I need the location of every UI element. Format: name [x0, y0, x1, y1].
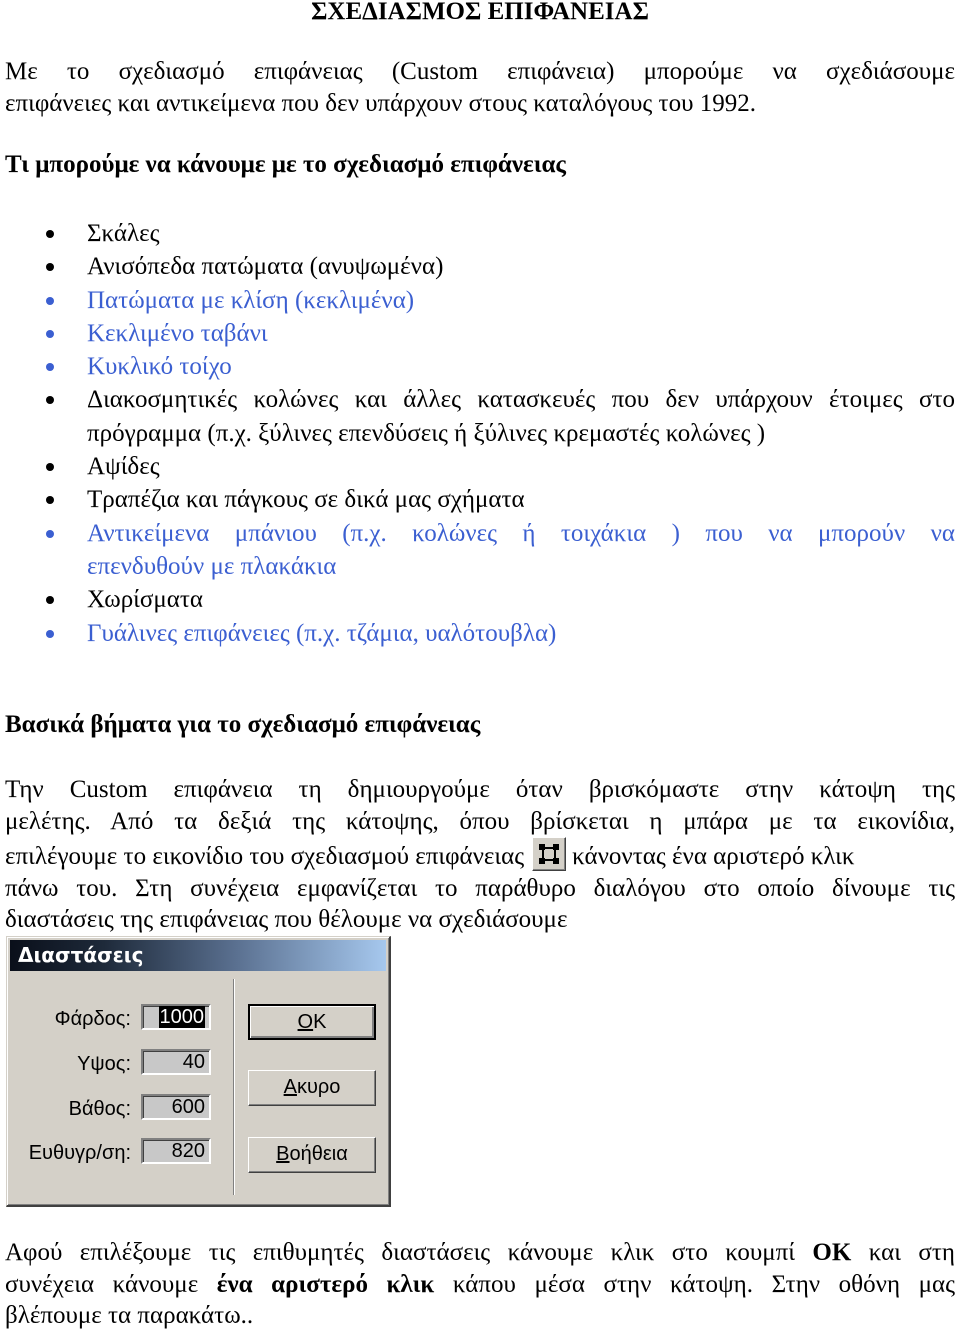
bullet-icon: [46, 529, 54, 538]
ok-button[interactable]: OK: [248, 1004, 376, 1040]
section-heading: Τι μπορούμε να κάνουμε με το σχεδιασμό ε…: [5, 151, 566, 178]
depth-input[interactable]: 600: [141, 1094, 211, 1120]
bullet-icon: [46, 463, 54, 472]
outro-line: Αφού επιλέξουμε τις επιθυμητές διαστάσει…: [5, 1239, 955, 1266]
dialog-title-bar[interactable]: Διαστάσεις: [10, 940, 386, 971]
height-input[interactable]: 40: [141, 1049, 211, 1075]
intro-line: Με το σχεδιασμό επιφάνειας (Custom επιφά…: [5, 58, 955, 85]
dialog-divider: [233, 979, 235, 1195]
bullet-icon: [46, 396, 54, 405]
steps-line: διαστάσεις της επιφάνειας που θέλουμε να…: [5, 906, 568, 933]
intro-paragraph: Με το σχεδιασμό επιφάνειας (Custom επιφά…: [5, 56, 955, 119]
list-item: Κυκλικό τοίχο: [0, 350, 960, 383]
list-item: Διακοσμητικές κολώνες και άλλες κατασκευ…: [0, 383, 960, 450]
bullet-icon: [46, 363, 54, 372]
alignment-input[interactable]: 820: [141, 1138, 211, 1164]
steps-line: Την Custom επιφάνεια τη δημιουργούμε ότα…: [5, 776, 955, 803]
list-item: Τραπέζια και πάγκους σε δικά μας σχήματα: [0, 483, 960, 516]
features-list: Σκάλες Ανισόπεδα πατώματα (ανυψωμένα) Πα…: [0, 217, 960, 650]
page-title: ΣΧΕΔΙΑΣΜΟΣ ΕΠΙΦΑΝΕΙΑΣ: [311, 0, 649, 25]
depth-field-row: Βάθος: 600: [7, 1094, 227, 1126]
outro-line: βλέπουμε τα παρακάτω..: [5, 1302, 254, 1329]
bullet-icon: [46, 329, 54, 338]
depth-label: Βάθος:: [68, 1098, 131, 1120]
dimensions-dialog: Διαστάσεις Φάρδος: 1000 Υψος: 40 Βάθος: …: [6, 936, 391, 1207]
intro-line: επιφάνειες και αντικείμενα που δεν υπάρχ…: [5, 89, 756, 117]
steps-paragraph: Την Custom επιφάνεια τη δημιουργούμε ότα…: [5, 774, 955, 936]
outro-line: συνέχεια κάνουμε ένα αριστερό κλικ κάπου…: [5, 1270, 956, 1298]
help-button[interactable]: Βοήθεια: [248, 1137, 376, 1173]
list-item: Χωρίσματα: [0, 583, 960, 616]
bullet-icon: [46, 230, 54, 238]
steps-line: επιλέγουμε το εικονίδιο του σχεδιασμού ε…: [5, 837, 955, 873]
list-item: Ανισόπεδα πατώματα (ανυψωμένα): [0, 250, 960, 283]
bullet-icon: [46, 496, 54, 505]
outro-paragraph: Αφού επιλέξουμε τις επιθυμητές διαστάσει…: [5, 1237, 955, 1332]
alignment-field-row: Ευθυγρ/ση: 820: [7, 1138, 227, 1170]
cancel-button[interactable]: Ακυρο: [248, 1070, 376, 1106]
bullet-icon: [46, 296, 54, 305]
bullet-icon: [46, 263, 54, 272]
width-label: Φάρδος:: [54, 1008, 131, 1030]
list-item: Σκάλες: [0, 217, 960, 250]
list-item: Κεκλιμένο ταβάνι: [0, 317, 960, 350]
height-field-row: Υψος: 40: [7, 1049, 227, 1081]
width-input[interactable]: 1000: [141, 1004, 211, 1030]
alignment-label: Ευθυγρ/ση:: [28, 1142, 131, 1164]
section-heading: Βασικά βήματα για το σχεδιασμό επιφάνεια…: [5, 711, 481, 738]
steps-line: μελέτης. Από τα δεξιά της κάτοψης, όπου …: [5, 807, 955, 835]
custom-surface-icon: [532, 837, 567, 871]
list-item: Πατώματα με κλίση (κεκλιμένα): [0, 284, 960, 317]
list-item: Αντικείμενα μπάνιου (π.χ. κολώνες ή τοιχ…: [0, 517, 960, 584]
list-item: Αψίδες: [0, 450, 960, 483]
height-label: Υψος:: [77, 1053, 131, 1075]
bullet-icon: [46, 596, 54, 605]
bullet-icon: [46, 629, 54, 638]
steps-line: πάνω του. Στη συνέχεια εμφανίζεται το πα…: [5, 874, 955, 902]
width-field-row: Φάρδος: 1000: [7, 1004, 227, 1036]
list-item: Γυάλινες επιφάνειες (π.χ. τζάμια, υαλότο…: [0, 617, 960, 650]
